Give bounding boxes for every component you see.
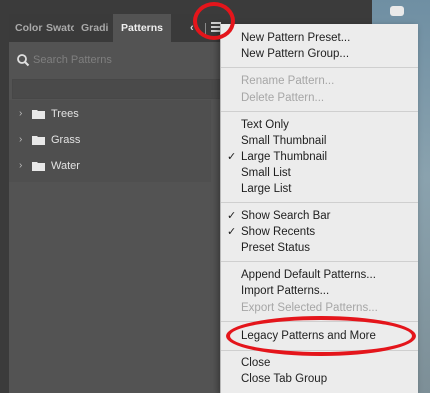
chevron-right-icon[interactable]: › (19, 130, 22, 150)
menu-item-small-list[interactable]: Small List (221, 165, 418, 181)
menu-item-append-default-patterns[interactable]: Append Default Patterns... (221, 267, 418, 283)
menu-item-rename-pattern: Rename Pattern... (241, 75, 335, 87)
menu-item-close[interactable]: Close (221, 355, 418, 371)
menu-item-delete-pattern: Delete Pattern... (241, 92, 325, 104)
group-trees[interactable]: › Trees (9, 104, 234, 124)
folder-icon (32, 110, 45, 119)
group-grass[interactable]: › Grass (9, 130, 234, 150)
menu-item-large-thumbnail[interactable]: ✓ Large Thumbnail (221, 149, 418, 165)
patterns-panel: Color Swatc Gradi Patterns ‹ › Trees › G… (9, 14, 234, 393)
menu-item-large-list[interactable]: Large List (221, 181, 418, 197)
chevron-right-icon[interactable]: › (19, 104, 22, 124)
checkmark-icon: ✓ (227, 226, 237, 238)
tab-swatches[interactable]: Swatc (46, 14, 74, 42)
menu-item-export-selected-patterns: Export Selected Patterns... (241, 302, 378, 314)
tab-color[interactable]: Color (15, 14, 45, 42)
menu-item-preset-status[interactable]: Preset Status (221, 240, 418, 256)
checkmark-icon: ✓ (227, 151, 237, 163)
annotation-circle (193, 2, 235, 40)
menu-divider (221, 111, 418, 112)
menu-item-new-pattern-group[interactable]: New Pattern Group... (221, 46, 418, 62)
menu-item-show-search-bar[interactable]: ✓ Show Search Bar (221, 208, 418, 224)
tooltip-tab (390, 6, 404, 16)
group-label: Trees (51, 108, 79, 120)
menu-item-new-pattern-preset[interactable]: New Pattern Preset... (221, 30, 418, 46)
search-icon (17, 54, 30, 67)
menu-item-close-tab-group[interactable]: Close Tab Group (221, 371, 418, 387)
menu-item-show-recents[interactable]: ✓ Show Recents (221, 224, 418, 240)
chevron-right-icon[interactable]: › (19, 156, 22, 176)
menu-divider (221, 261, 418, 262)
menu-item-import-patterns[interactable]: Import Patterns... (221, 283, 418, 299)
menu-item-text-only[interactable]: Text Only (221, 117, 418, 133)
group-label: Water (51, 160, 80, 172)
search-input[interactable] (33, 51, 223, 69)
recents-strip (12, 79, 233, 99)
menu-item-small-thumbnail[interactable]: Small Thumbnail (221, 133, 418, 149)
checkmark-icon: ✓ (227, 210, 237, 222)
annotation-ellipse (226, 316, 416, 356)
folder-icon (32, 162, 45, 171)
folder-icon (32, 136, 45, 145)
search-bar (13, 51, 230, 69)
menu-divider (221, 202, 418, 203)
group-water[interactable]: › Water (9, 156, 234, 176)
menu-divider (221, 67, 418, 68)
tab-gradients[interactable]: Gradi (81, 14, 109, 42)
group-label: Grass (51, 134, 81, 146)
tab-patterns[interactable]: Patterns (113, 14, 172, 42)
